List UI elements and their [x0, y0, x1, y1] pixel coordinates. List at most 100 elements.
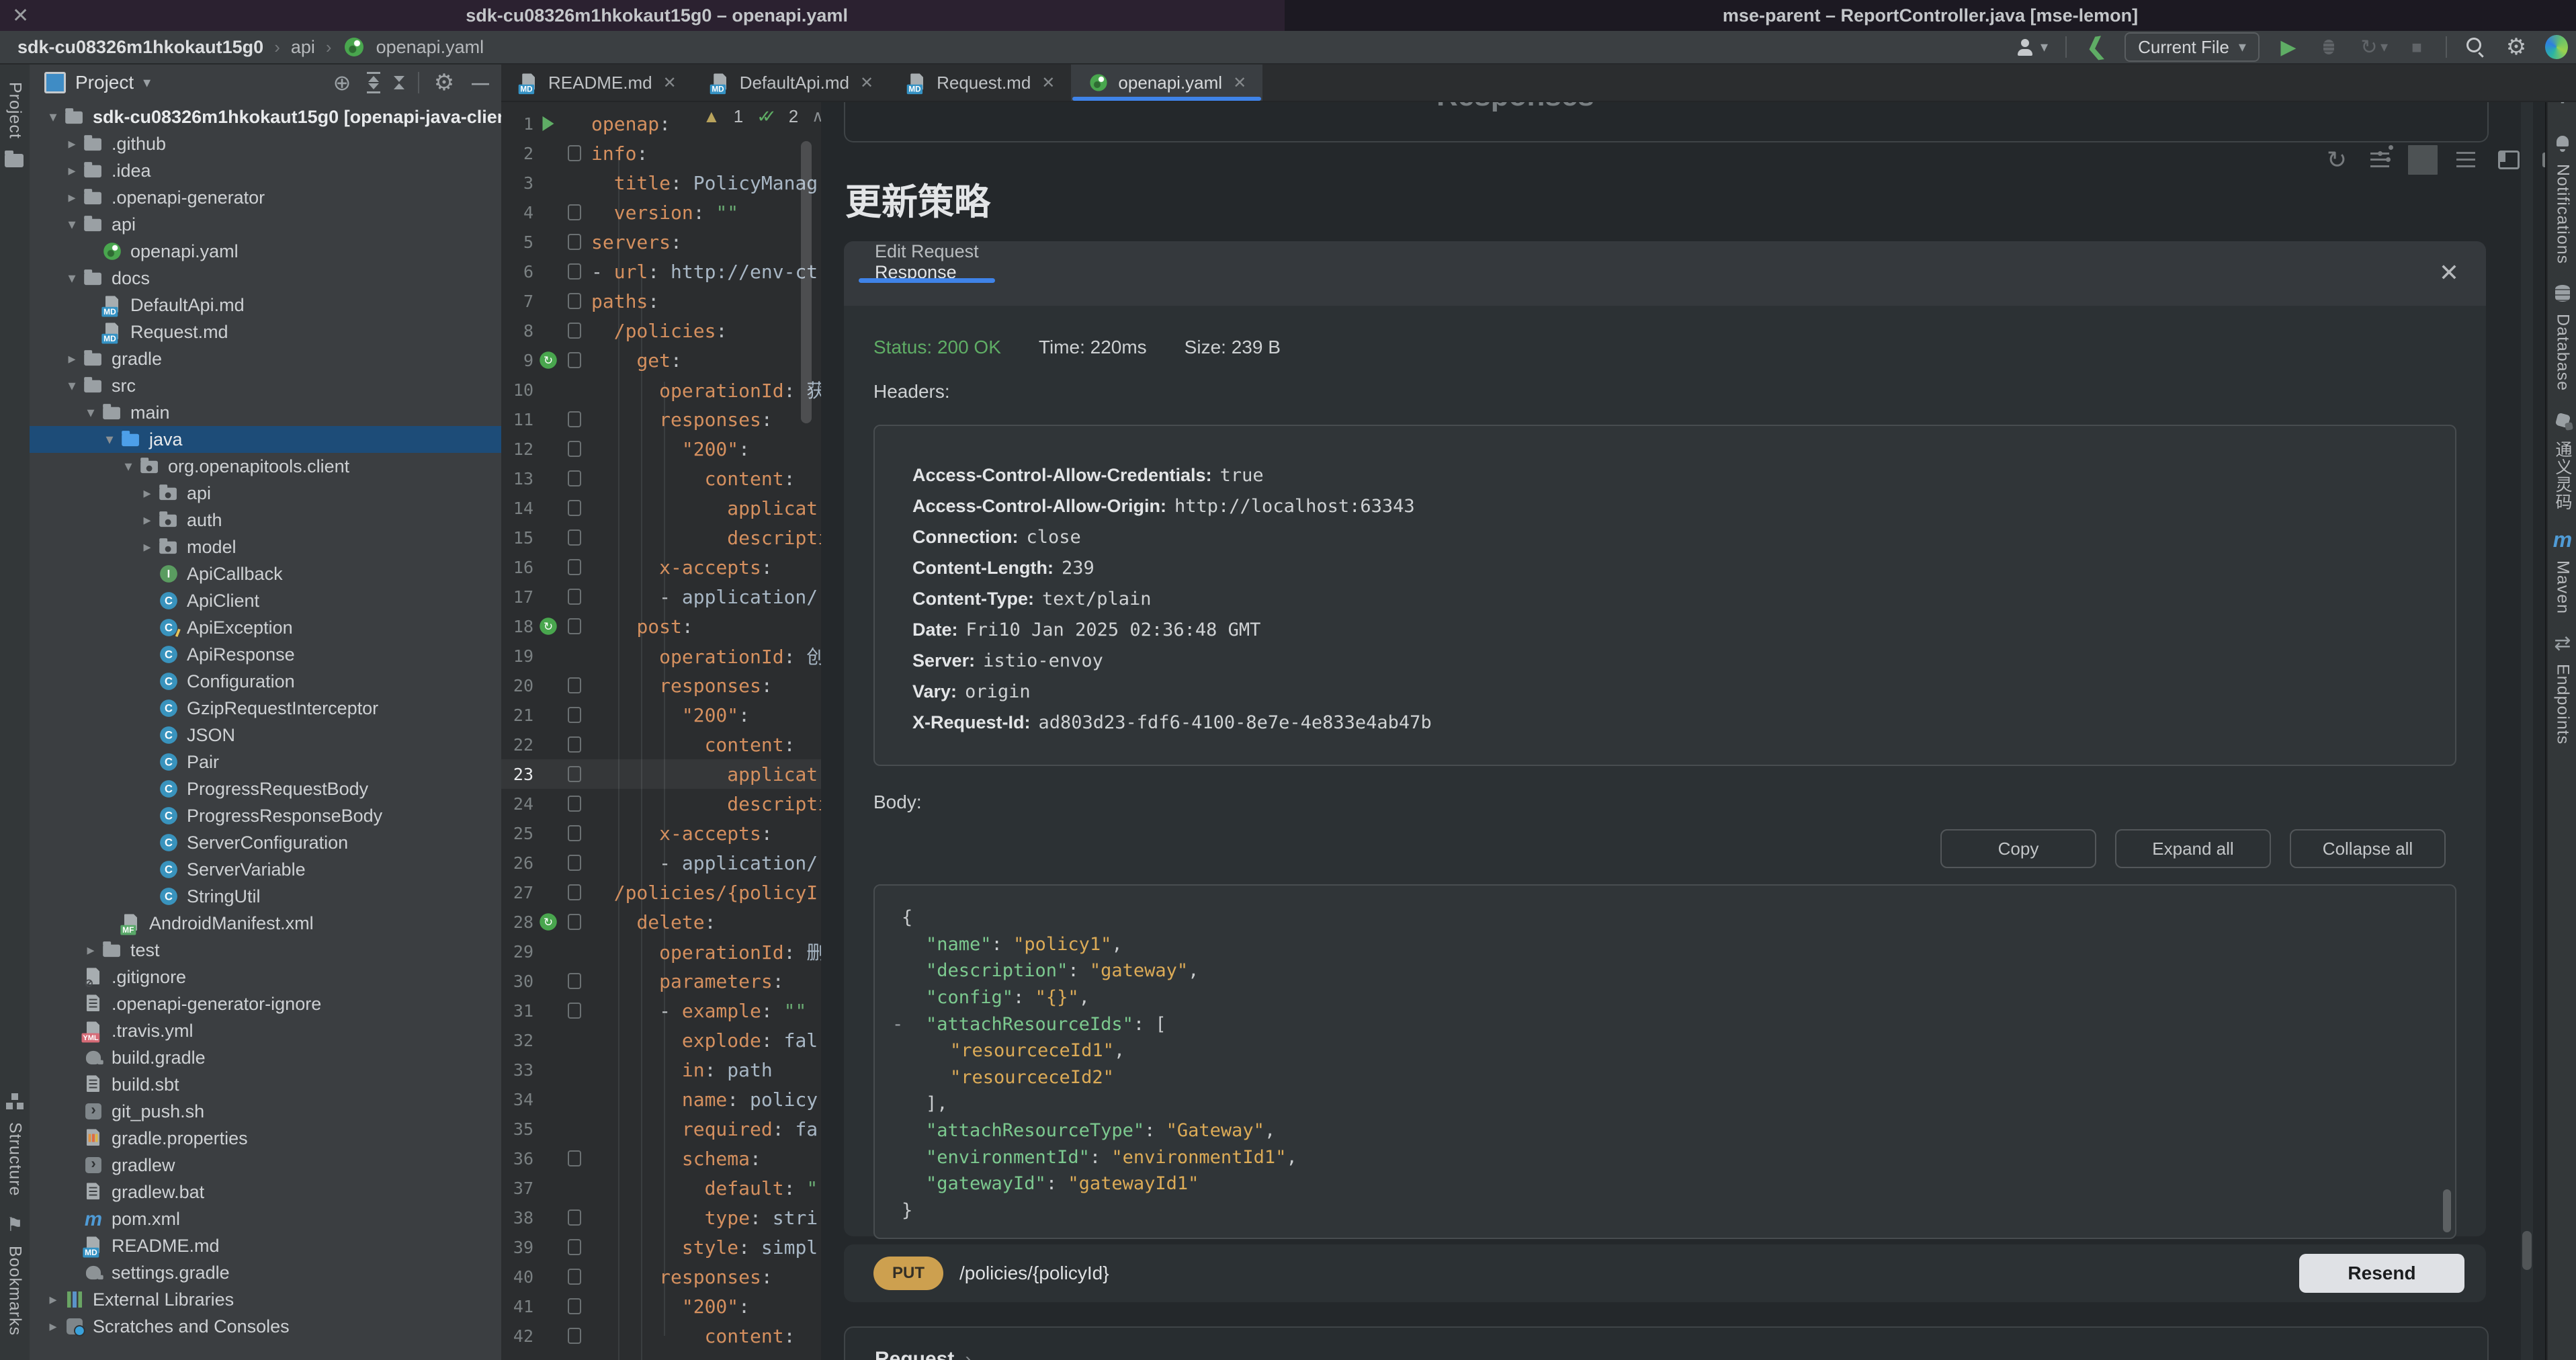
code-line[interactable]: 7 paths:: [501, 286, 821, 316]
code-line[interactable]: 11 responses:: [501, 405, 821, 434]
body-scrollbar-thumb[interactable]: [2443, 1189, 2451, 1232]
gutter-icon[interactable]: [539, 942, 558, 962]
preview-toolbar-icon[interactable]: [2365, 145, 2395, 175]
tree-expand-arrow[interactable]: [62, 269, 82, 287]
tree-expand-arrow[interactable]: [137, 511, 157, 529]
chevron-right-icon[interactable]: ›: [965, 1349, 971, 1360]
tool-window-button[interactable]: Project: [0, 82, 30, 171]
code-line[interactable]: 18 post:: [501, 611, 821, 641]
tree-item[interactable]: test: [30, 937, 501, 964]
editor-tab[interactable]: DefaultApi.md ✕: [693, 65, 890, 101]
tree-expand-arrow[interactable]: [62, 162, 82, 179]
gutter-icon[interactable]: [539, 203, 558, 222]
code-line[interactable]: 30 parameters:: [501, 966, 821, 996]
gutter-icon[interactable]: [539, 735, 558, 755]
code-line[interactable]: 40 responses:: [501, 1262, 821, 1291]
fold-marker[interactable]: [563, 411, 586, 427]
inspections-widget[interactable]: ▲ 1 ✓✓ 2 ∧ ∨: [703, 106, 821, 127]
gutter-icon[interactable]: [539, 173, 558, 193]
fold-marker[interactable]: [563, 234, 586, 250]
fold-marker[interactable]: [563, 1209, 586, 1226]
code-line[interactable]: 4 version: "": [501, 198, 821, 227]
tree-item[interactable]: .openapi-generator-ignore: [30, 990, 501, 1017]
card-tab[interactable]: Response: [855, 262, 999, 283]
prev-problem-icon[interactable]: ∧: [812, 107, 821, 126]
fold-marker[interactable]: [563, 884, 586, 900]
gutter-icon[interactable]: [539, 883, 558, 902]
gutter-icon[interactable]: [539, 1238, 558, 1257]
tree-item[interactable]: .idea: [30, 157, 501, 184]
tree-item[interactable]: build.sbt: [30, 1071, 501, 1098]
code-line[interactable]: 39 style: simpl: [501, 1232, 821, 1262]
fold-marker[interactable]: [563, 500, 586, 516]
code-line[interactable]: 22 content:: [501, 730, 821, 759]
tree-item[interactable]: settings.gradle: [30, 1259, 501, 1286]
hide-panel-button[interactable]: [469, 71, 492, 94]
body-action-button[interactable]: Collapse all: [2290, 829, 2446, 868]
fold-marker[interactable]: [563, 1239, 586, 1255]
code-line[interactable]: 33 in: path: [501, 1055, 821, 1085]
settings-button[interactable]: [2505, 36, 2528, 58]
code-line[interactable]: 12 "200":: [501, 434, 821, 464]
fold-marker[interactable]: [563, 914, 586, 930]
gutter-icon[interactable]: [539, 1326, 558, 1346]
tool-window-button[interactable]: 通义灵码: [2548, 409, 2576, 511]
gutter-icon[interactable]: [539, 912, 558, 932]
tool-window-button[interactable]: Maven: [2548, 528, 2576, 614]
tree-expand-arrow[interactable]: [62, 377, 82, 394]
code-line[interactable]: 6 - url: http://env-ct: [501, 257, 821, 286]
tree-expand-arrow[interactable]: [62, 350, 82, 368]
gutter-icon[interactable]: [539, 410, 558, 429]
code-line[interactable]: 42 content:: [501, 1321, 821, 1351]
close-icon[interactable]: ✕: [2439, 259, 2459, 287]
fold-marker[interactable]: [563, 1298, 586, 1314]
gutter-icon[interactable]: [539, 824, 558, 843]
code-line[interactable]: 2 info:: [501, 138, 821, 168]
fold-marker[interactable]: [563, 973, 586, 989]
fold-marker[interactable]: [563, 293, 586, 309]
code-line[interactable]: 19 operationId: 创: [501, 641, 821, 671]
tree-item[interactable]: Scratches and Consoles: [30, 1313, 501, 1340]
gutter-icon[interactable]: [539, 587, 558, 607]
code-line[interactable]: 35 required: fa: [501, 1114, 821, 1144]
gutter-icon[interactable]: [539, 292, 558, 311]
panel-scrollbar-thumb[interactable]: [2522, 1231, 2532, 1270]
tree-item[interactable]: Pair: [30, 749, 501, 775]
tree-expand-arrow[interactable]: [137, 484, 157, 502]
preview-toolbar-icon[interactable]: [2408, 145, 2438, 175]
gutter-icon[interactable]: [539, 1149, 558, 1168]
tree-expand-arrow[interactable]: [118, 458, 138, 475]
gutter-icon[interactable]: [539, 617, 558, 636]
gutter-icon[interactable]: [539, 232, 558, 252]
resend-button[interactable]: Resend: [2299, 1254, 2464, 1293]
gutter-icon[interactable]: [539, 321, 558, 341]
tree-item[interactable]: pom.xml: [30, 1205, 501, 1232]
run-configuration-select[interactable]: Current File ▾: [2124, 32, 2260, 62]
body-action-button[interactable]: Copy: [1940, 829, 2096, 868]
code-editor[interactable]: 1 openap: 2 info: 3 title: Polic: [501, 102, 821, 1360]
breadcrumb-folder[interactable]: api: [291, 37, 315, 58]
gutter-icon[interactable]: [539, 262, 558, 282]
preview-toolbar-icon[interactable]: [2451, 145, 2481, 175]
code-line[interactable]: 27 /policies/{policyI: [501, 878, 821, 907]
project-view-selector[interactable]: Project ▾: [44, 72, 151, 93]
preview-toolbar-icon[interactable]: [2494, 145, 2524, 175]
tree-item[interactable]: api: [30, 480, 501, 507]
code-line[interactable]: 5 servers:: [501, 227, 821, 257]
debug-button[interactable]: [2317, 36, 2340, 58]
avatar[interactable]: [2545, 36, 2568, 58]
code-line[interactable]: 9 get:: [501, 345, 821, 375]
close-tab-icon[interactable]: ✕: [1233, 73, 1246, 93]
gutter-icon[interactable]: [539, 558, 558, 577]
gutter-icon[interactable]: [539, 469, 558, 488]
close-tab-icon[interactable]: ✕: [1041, 73, 1055, 93]
tool-window-button[interactable]: Structure: [0, 1090, 30, 1196]
locate-file-button[interactable]: [331, 71, 353, 94]
breadcrumb-project[interactable]: sdk-cu08326m1hkokaut15g0: [17, 37, 263, 58]
tree-item[interactable]: ApiCallback: [30, 560, 501, 587]
tree-item[interactable]: README.md: [30, 1232, 501, 1259]
tree-item[interactable]: ServerVariable: [30, 856, 501, 883]
tree-item[interactable]: api: [30, 211, 501, 238]
close-tab-icon[interactable]: ✕: [663, 73, 677, 93]
run-button[interactable]: [2277, 36, 2300, 58]
